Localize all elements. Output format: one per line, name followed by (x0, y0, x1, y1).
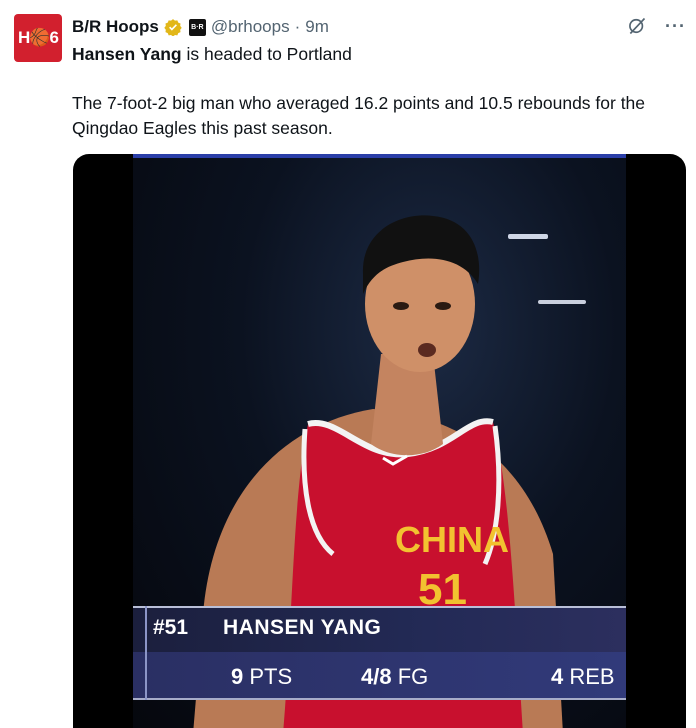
player-name: HANSEN YANG (223, 616, 382, 639)
author-avatar[interactable]: H🏀6 (14, 14, 62, 62)
affiliate-badge[interactable]: B·R (188, 18, 206, 36)
stat-points: 9 PTS (231, 664, 293, 689)
separator-dot: · (294, 17, 301, 36)
headline-text: is headed to Portland (181, 44, 352, 64)
scorebug-divider (145, 606, 147, 700)
tweet-body: The 7-foot-2 big man who averaged 16.2 p… (72, 93, 646, 138)
tweet-timestamp[interactable]: 9m (305, 17, 329, 37)
grok-icon[interactable] (627, 16, 647, 36)
author-handle[interactable]: @brhoops (211, 17, 290, 37)
tweet-actions-top: ··· (627, 16, 686, 36)
tweet-media-video[interactable]: CHINA 51 #51 HANSEN YANG 9 PTS 4/8 FG 4 … (73, 154, 686, 728)
verified-badge-icon (164, 19, 182, 36)
tweet-headline: Hansen Yang is headed to Portland (72, 44, 352, 65)
scorebug: #51 HANSEN YANG 9 PTS 4/8 FG 4 REB (133, 606, 626, 702)
stat-field-goals: 4/8 FG (361, 664, 429, 689)
player-number: #51 (153, 616, 189, 639)
stat-rebounds: 4 REB (551, 664, 615, 689)
more-icon[interactable]: ··· (665, 17, 686, 35)
author-display-name[interactable]: B/R Hoops (72, 17, 159, 37)
headline-name[interactable]: Hansen Yang (72, 44, 182, 64)
tweet-header: B/R Hoops B·R @brhoops · 9m (72, 16, 329, 38)
jersey-text: CHINA (395, 519, 509, 560)
